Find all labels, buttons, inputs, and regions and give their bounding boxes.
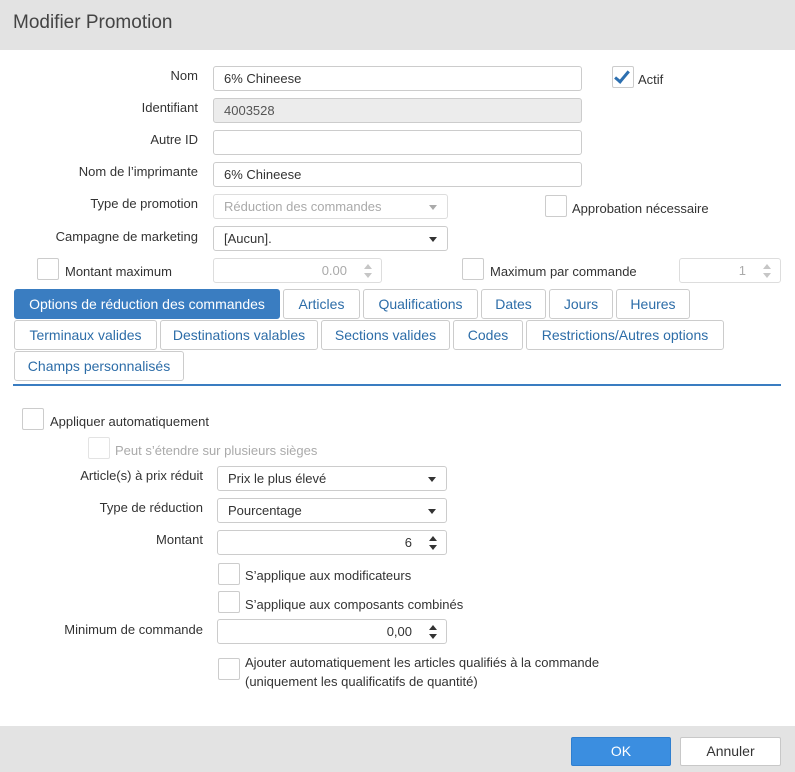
approval-label: Approbation nécessaire	[572, 201, 709, 216]
discount-type-select[interactable]: Pourcentage	[217, 498, 447, 523]
ok-button[interactable]: OK	[571, 737, 671, 766]
tab-valid-destinations[interactable]: Destinations valables	[160, 320, 318, 350]
dialog-title: Modifier Promotion	[13, 12, 173, 33]
auto-add-label-line1: Ajouter automatiquement les articles qua…	[245, 655, 600, 670]
name-input[interactable]: 6% Chineese	[213, 66, 582, 91]
id-input: 4003528	[213, 98, 582, 123]
max-per-order-label: Maximum par commande	[490, 264, 637, 279]
tab-heures[interactable]: Heures	[616, 289, 690, 319]
campaign-select[interactable]: [Aucun].	[213, 226, 448, 251]
spinner-arrows-icon[interactable]	[428, 624, 438, 640]
min-order-label: Minimum de commande	[64, 622, 203, 637]
auto-add-checkbox[interactable]	[218, 658, 240, 680]
amount-stepper[interactable]: 6	[217, 530, 447, 555]
chevron-down-icon	[428, 509, 436, 514]
name-label: Nom	[170, 68, 198, 83]
multi-seat-checkbox	[88, 437, 110, 459]
max-amount-stepper: 0.00	[213, 258, 382, 283]
tab-valid-terminals[interactable]: Terminaux valides	[14, 320, 157, 350]
tab-restrictions[interactable]: Restrictions/Autres options	[526, 320, 724, 350]
amount-label: Montant	[156, 532, 203, 547]
printer-name-label: Nom de l’imprimante	[78, 164, 198, 179]
min-order-value: 0,00	[386, 624, 412, 639]
tab-valid-sections[interactable]: Sections valides	[321, 320, 450, 350]
cancel-button[interactable]: Annuler	[680, 737, 781, 766]
dialog-titlebar: Modifier Promotion	[0, 0, 795, 50]
modifiers-label: S’applique aux modificateurs	[245, 568, 412, 583]
spinner-arrows-icon[interactable]	[428, 535, 438, 551]
discounted-items-value: Prix le plus élevé	[228, 471, 327, 486]
chevron-down-icon	[428, 477, 436, 482]
approval-checkbox[interactable]	[545, 195, 567, 217]
discount-type-value: Pourcentage	[228, 503, 302, 518]
modifiers-checkbox[interactable]	[218, 563, 240, 585]
id-label: Identifiant	[141, 100, 198, 115]
campaign-value: [Aucun].	[224, 231, 272, 246]
promo-type-label: Type de promotion	[90, 196, 198, 211]
active-label: Actif	[638, 72, 664, 87]
other-id-input[interactable]	[213, 130, 582, 155]
promo-type-select: Réduction des commandes	[213, 194, 448, 219]
discount-type-label: Type de réduction	[99, 500, 203, 515]
chevron-down-icon	[429, 205, 437, 210]
max-amount-checkbox[interactable]	[37, 258, 59, 280]
tab-qualifications[interactable]: Qualifications	[363, 289, 478, 319]
max-per-order-checkbox[interactable]	[462, 258, 484, 280]
tab-jours[interactable]: Jours	[549, 289, 613, 319]
printer-name-input[interactable]: 6% Chineese	[213, 162, 582, 187]
tab-order-discount-options[interactable]: Options de réduction des commandes	[14, 289, 280, 319]
auto-add-label-line2: (uniquement les qualificatifs de quantit…	[245, 674, 478, 689]
amount-value: 6	[404, 535, 412, 550]
tab-underline	[13, 384, 781, 386]
campaign-label: Campagne de marketing	[55, 229, 198, 244]
active-checkbox[interactable]	[612, 66, 634, 88]
tab-codes[interactable]: Codes	[453, 320, 523, 350]
discounted-items-select[interactable]: Prix le plus élevé	[217, 466, 447, 491]
promo-type-value: Réduction des commandes	[224, 199, 382, 214]
spinner-arrows-icon	[363, 263, 373, 279]
checkmark-icon	[614, 67, 630, 84]
tab-dates[interactable]: Dates	[481, 289, 546, 319]
combo-label: S’applique aux composants combinés	[245, 597, 464, 612]
tab-articles[interactable]: Articles	[283, 289, 360, 319]
combo-checkbox[interactable]	[218, 591, 240, 613]
multi-seat-label: Peut s’étendre sur plusieurs sièges	[115, 443, 318, 458]
other-id-label: Autre ID	[150, 132, 198, 147]
max-per-order-value: 1	[738, 263, 746, 278]
auto-apply-checkbox[interactable]	[22, 408, 44, 430]
dialog-footer: OK Annuler	[0, 726, 795, 772]
discounted-items-label: Article(s) à prix réduit	[80, 468, 203, 483]
max-amount-value: 0.00	[321, 263, 347, 278]
min-order-stepper[interactable]: 0,00	[217, 619, 447, 644]
tab-custom-fields[interactable]: Champs personnalisés	[14, 351, 184, 381]
max-amount-label: Montant maximum	[65, 264, 172, 279]
spinner-arrows-icon	[762, 263, 772, 279]
chevron-down-icon	[429, 237, 437, 242]
auto-apply-label: Appliquer automatiquement	[50, 414, 209, 429]
max-per-order-stepper: 1	[679, 258, 781, 283]
